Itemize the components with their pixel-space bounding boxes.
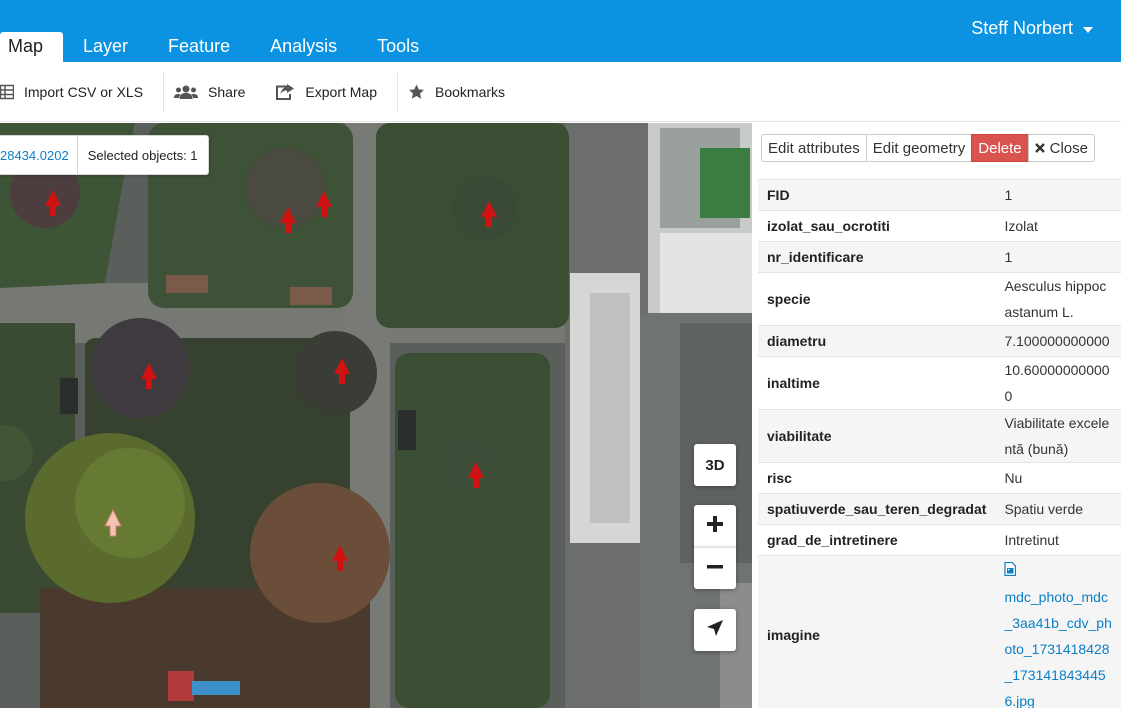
tree-canopy [250,483,390,623]
edit-geometry-button[interactable]: Edit geometry [865,134,973,162]
export-map-button[interactable]: Export Map [265,72,397,112]
share-label: Share [208,83,246,100]
building-wing [590,293,630,523]
table-row: viabilitate Viabilitate excelentă (bună) [758,409,1121,463]
attribute-key: inaltime [758,356,996,410]
bench [290,287,332,305]
toggle-3d-button[interactable]: 3D [694,444,736,486]
attribute-key: grad_de_intretinere [758,524,996,556]
bookmarks-label: Bookmarks [435,83,506,100]
tab-tools[interactable]: Tools [357,32,439,62]
toolbar: Import CSV or XLS Share Export Map Bookm… [0,62,1121,122]
attribute-key: spatiuverde_sau_teren_degradat [758,493,996,525]
users-icon [174,84,199,100]
table-row: spatiuverde_sau_teren_degradat Spatiu ve… [758,493,1121,525]
attribute-value: Izolat [995,210,1121,242]
locate-me-button[interactable] [694,609,736,651]
table-row: izolat_sau_ocrotiti Izolat [758,210,1121,242]
main-tabs: Map Layer Feature Analysis Tools [0,32,439,62]
tab-map[interactable]: Map [0,32,64,62]
star-icon [408,84,425,100]
user-name: Steff Norbert [971,18,1073,38]
bench [60,378,78,414]
bench [398,410,416,450]
table-row: inaltime 10.600000000000 [758,356,1121,410]
share-square-icon [275,83,295,100]
tab-layer[interactable]: Layer [63,32,148,62]
feature-attributes-panel: Edit attributes Edit geometry Delete Clo… [752,123,1121,708]
grass-plot [395,353,550,708]
attribute-value: Intretinut [995,524,1121,556]
attribute-value: 10.600000000000 [995,356,1121,410]
plus-icon [706,515,724,537]
attribute-value: mdc_photo_mdc_3aa41b_cdv_photo_173141842… [995,555,1121,708]
table-row: nr_identificare 1 [758,241,1121,273]
edit-attributes-button[interactable]: Edit attributes [761,134,867,162]
import-csv-button[interactable]: Import CSV or XLS [0,72,163,112]
attribute-key: risc [758,462,996,494]
top-navbar: Map Layer Feature Analysis Tools Steff N… [0,0,1121,62]
attribute-key: izolat_sau_ocrotiti [758,210,996,242]
coordinate-readout[interactable]: 28434.0202 [0,136,78,174]
playground-structure [192,681,240,695]
bench [166,275,208,293]
table-grid-icon [0,84,14,100]
attribute-value: 1 [995,241,1121,273]
tree-canopy [453,176,517,240]
tree-canopy [90,318,190,418]
tree-canopy [440,433,500,493]
attribute-table: FID 1 izolat_sau_ocrotiti Izolat nr_iden… [758,179,1121,708]
aerial-imagery [0,123,752,708]
table-row: risc Nu [758,462,1121,494]
roof-garden [700,148,750,218]
attribute-key: viabilitate [758,409,996,463]
close-icon [1034,140,1045,157]
close-label: Close [1049,139,1088,157]
map-view[interactable]: 28434.0202 Selected objects: 1 3D [0,123,752,708]
caret-down-icon [1083,26,1093,33]
attribute-key: diametru [758,325,996,357]
feature-actions: Edit attributes Edit geometry Delete Clo… [761,134,1095,162]
image-attachment-link[interactable]: mdc_photo_mdc_3aa41b_cdv_photo_173141842… [1004,584,1112,708]
attribute-key: specie [758,272,996,326]
tab-analysis[interactable]: Analysis [250,32,357,62]
attribute-key: nr_identificare [758,241,996,273]
table-row: diametru 7.100000000000 [758,325,1121,357]
location-arrow-icon [706,619,724,641]
table-row: imagine mdc_photo_mdc_3aa41b_cdv_photo_1… [758,555,1121,708]
export-map-label: Export Map [305,83,377,100]
selected-objects-count: Selected objects: 1 [87,147,198,163]
share-button[interactable]: Share [164,72,265,112]
image-file-icon [1004,558,1112,584]
tab-feature[interactable]: Feature [148,32,250,62]
attribute-key: imagine [758,555,996,708]
attribute-value: Spatiu verde [995,493,1121,525]
bookmarks-button[interactable]: Bookmarks [398,72,515,112]
delete-button[interactable]: Delete [971,134,1029,162]
import-csv-label: Import CSV or XLS [24,83,144,100]
close-button[interactable]: Close [1027,134,1095,162]
attribute-value: Viabilitate excelentă (bună) [995,409,1121,463]
attribute-value: Nu [995,462,1121,494]
table-row: grad_de_intretinere Intretinut [758,524,1121,556]
table-row: specie Aesculus hippocastanum L. [758,272,1121,326]
map-info-box: 28434.0202 Selected objects: 1 [0,135,209,175]
tree-canopy [75,448,185,558]
attribute-value: 7.100000000000 [995,325,1121,357]
attribute-key: FID [758,179,996,211]
table-row: FID 1 [758,179,1121,211]
zoom-in-button[interactable] [694,505,736,547]
zoom-out-button[interactable] [694,547,736,589]
minus-icon [706,558,724,580]
user-menu[interactable]: Steff Norbert [971,18,1093,39]
attribute-value: Aesculus hippocastanum L. [995,272,1121,326]
building-terrace [660,233,752,313]
playground-structure [168,671,194,701]
attribute-value: 1 [995,179,1121,211]
